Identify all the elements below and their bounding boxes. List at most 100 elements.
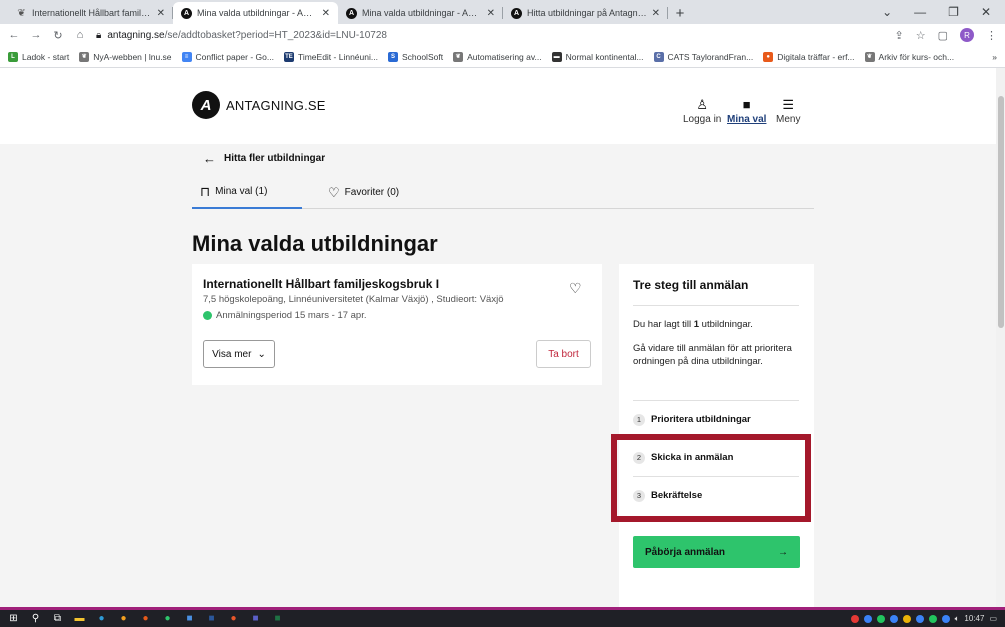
tray-icon[interactable] (941, 614, 950, 623)
minimize-icon[interactable]: — (914, 5, 926, 19)
added-count-text: Du har lagt till 1 utbildningar. (633, 319, 753, 330)
tree-icon: ❦ (17, 7, 26, 19)
bookmark-label: Ladok - start (22, 51, 70, 62)
bookmark-label: SchoolSoft (401, 51, 444, 62)
tab-my-choices[interactable]: ⊓ Mina val (1) (192, 176, 302, 209)
bookmark-favicon-icon: ❦ (453, 51, 464, 62)
kebab-menu-icon[interactable]: ⋮ (986, 29, 997, 42)
windows-start-icon[interactable]: ⊞ (8, 613, 19, 624)
close-icon[interactable]: ✕ (322, 8, 330, 19)
search-icon[interactable]: ⚲ (30, 613, 41, 624)
windows-taskbar: ⊞ ⚲ ⧉ ▬ ● ● ● ● ■ ■ ● ■ ■ 🔈︎ 10:47 ▭ (0, 610, 1005, 627)
app-icon[interactable]: ● (228, 613, 239, 624)
clock[interactable]: 10:47 (964, 614, 984, 623)
back-arrow-icon[interactable]: ← (8, 29, 20, 41)
browser-tab[interactable]: A Mina valda utbildningar - Antagn ✕ (338, 2, 503, 24)
toolbar-actions: ⇪ ☆ ▢ R ⋮ (895, 28, 997, 42)
side-panel-icon[interactable]: ▢ (938, 29, 948, 42)
app-icon[interactable]: ● (140, 613, 151, 624)
bookmark-item[interactable]: ≡ Conflict paper - Go... (181, 51, 274, 62)
bookmark-item[interactable]: ❦ Automatisering av... (453, 51, 542, 62)
system-tray: 🔈︎ 10:47 ▭ (850, 610, 997, 627)
bookmark-favicon-icon: ● (763, 51, 774, 62)
chrome-icon[interactable]: ● (118, 613, 129, 624)
window-close-icon[interactable]: ✕ (981, 5, 991, 19)
remove-button[interactable]: Ta bort (536, 340, 591, 368)
bookmark-item[interactable]: TE TimeEdit - Linnéuni... (283, 51, 378, 62)
tray-icon[interactable] (863, 614, 872, 623)
favorite-heart-icon[interactable]: ♡ (569, 280, 582, 297)
tray-icon[interactable] (928, 614, 937, 623)
file-explorer-icon[interactable]: ▬ (74, 613, 85, 624)
status-dot-icon (203, 311, 212, 320)
show-more-label: Visa mer (212, 348, 252, 360)
antagning-logo-icon: A (192, 91, 220, 119)
excel-icon[interactable]: ■ (272, 613, 283, 624)
highlight-box (611, 434, 811, 522)
nav-menu[interactable]: ☰ Meny (776, 98, 800, 126)
start-application-button[interactable]: Påbörja anmälan → (633, 536, 800, 568)
site-logo[interactable]: A ANTAGNING.SE (192, 91, 326, 119)
bookmark-item[interactable]: ❦ Arkiv för kurs- och... (864, 51, 954, 62)
antagning-icon: A (181, 7, 192, 19)
address-bar[interactable]: 🔒︎ antagning.se/se/addtobasket?period=HT… (96, 26, 885, 44)
tray-icon[interactable] (876, 614, 885, 623)
browser-tab[interactable]: ❦ Internationellt Hållbart familjeskog ✕ (8, 2, 173, 24)
teams-icon[interactable]: ■ (250, 613, 261, 624)
home-icon[interactable]: ⌂ (74, 29, 86, 41)
browser-tab-active[interactable]: A Mina valda utbildningar - Antagn ✕ (173, 2, 338, 24)
bookmark-label: Conflict paper - Go... (195, 51, 274, 62)
user-icon: ♙ (696, 97, 709, 112)
volume-icon[interactable]: 🔈︎ (955, 614, 960, 624)
bookmark-label: Normal kontinental... (565, 51, 644, 62)
tray-icon[interactable] (902, 614, 911, 623)
forward-arrow-icon[interactable]: → (30, 29, 42, 41)
bookmark-item[interactable]: ● Digitala träffar - erf... (763, 51, 855, 62)
reload-icon[interactable]: ↻ (52, 29, 64, 42)
back-link[interactable]: ← Hitta fler utbildningar (203, 151, 325, 166)
bookmark-item[interactable]: L Ladok - start (8, 51, 70, 62)
step-number: 1 (633, 413, 645, 426)
notifications-icon[interactable]: ▭ (989, 614, 997, 623)
nav-login-label: Logga in (683, 114, 722, 125)
new-tab-button[interactable]: + (668, 2, 692, 24)
profile-avatar[interactable]: R (960, 28, 974, 42)
bookmarks-more-icon[interactable]: » (992, 52, 997, 62)
nav-login[interactable]: ♙ Logga in (683, 97, 722, 126)
app-icon[interactable]: ● (162, 613, 173, 624)
page-content: A ANTAGNING.SE ♙ Logga in ■ Mina val ☰ M… (0, 68, 1005, 607)
share-icon[interactable]: ⇪ (895, 29, 904, 42)
steps-info: Gå vidare till anmälan för att prioriter… (633, 343, 792, 367)
tab-search-icon[interactable]: ⌄ (882, 5, 892, 19)
page-scrollbar[interactable] (996, 68, 1005, 607)
bookmark-item[interactable]: S SchoolSoft (387, 51, 444, 62)
bookmark-favicon-icon: ≡ (181, 51, 192, 62)
outlook-icon[interactable]: ■ (184, 613, 195, 624)
browser-tab-title: Mina valda utbildningar - Antagn (197, 8, 317, 18)
close-icon[interactable]: ✕ (487, 8, 495, 19)
bookmark-item[interactable]: ▬ Normal kontinental... (551, 51, 644, 62)
bookmark-item[interactable]: C CATS TaylorandFran... (653, 51, 753, 62)
bookmark-favicon-icon: ❦ (864, 51, 875, 62)
edge-icon[interactable]: ● (96, 613, 107, 624)
maximize-icon[interactable]: ❐ (948, 5, 959, 19)
close-icon[interactable]: ✕ (157, 8, 165, 19)
nav-my-choices[interactable]: ■ Mina val (727, 98, 766, 126)
browser-tab-title: Mina valda utbildningar - Antagn (362, 8, 482, 18)
bookmark-item[interactable]: ❦ NyA-webben | lnu.se (79, 51, 172, 62)
browser-tab[interactable]: A Hitta utbildningar på Antagning ✕ (503, 2, 668, 24)
task-view-icon[interactable]: ⧉ (52, 613, 63, 624)
scrollbar-thumb[interactable] (998, 96, 1004, 328)
tab-favorites[interactable]: ♡ Favoriter (0) (320, 176, 407, 209)
word-icon[interactable]: ■ (206, 613, 217, 624)
show-more-button[interactable]: Visa mer ⌄ (203, 340, 275, 368)
bookmark-star-icon[interactable]: ☆ (916, 29, 926, 42)
tray-icon[interactable] (915, 614, 924, 623)
close-icon[interactable]: ✕ (652, 8, 660, 19)
course-card: Internationellt Hållbart familjeskogsbru… (192, 264, 602, 385)
tab-favorites-label: Favoriter (0) (344, 187, 400, 198)
course-title[interactable]: Internationellt Hållbart familjeskogsbru… (203, 277, 439, 291)
tray-icon[interactable] (850, 614, 859, 623)
tray-icon[interactable] (889, 614, 898, 623)
bookmark-favicon-icon: TE (283, 51, 294, 62)
